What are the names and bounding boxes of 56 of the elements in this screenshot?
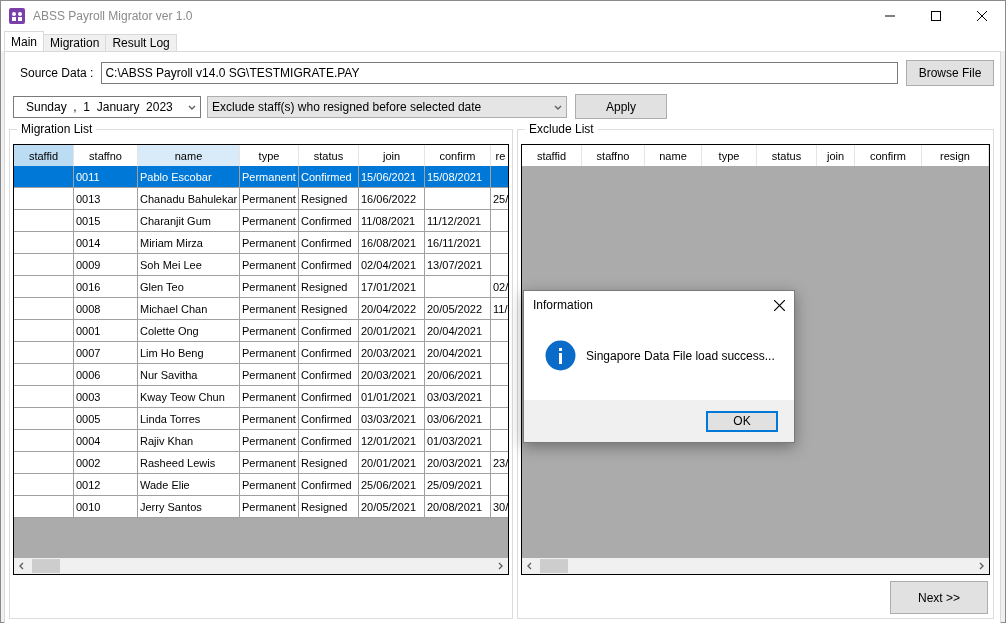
- table-row[interactable]: 0007 Lim Ho Beng Permanent Confirmed 20/03/2021 20/04/2021: [14, 342, 508, 364]
- dropdown-value: Exclude staff(s) who resigned before selected date: [212, 99, 483, 114]
- column-header[interactable]: name: [138, 145, 240, 166]
- table-row[interactable]: 0013 Chanadu Bahulekar Permanent Resigned 16/06/2022 25/: [14, 188, 508, 210]
- table-cell: 30/: [491, 496, 508, 518]
- table-row[interactable]: 0005 Linda Torres Permanent Confirmed 03/03/2021 03/06/2021: [14, 408, 508, 430]
- tab[interactable]: Result Log: [105, 34, 177, 51]
- table-row[interactable]: 0009 Soh Mei Lee Permanent Confirmed 02/04/2021 13/07/2021: [14, 254, 508, 276]
- dialog-message: Singapore Data File load success...: [586, 348, 775, 363]
- column-header[interactable]: staffid: [14, 145, 74, 166]
- window-title: ABSS Payroll Migrator ver 1.0: [33, 9, 194, 23]
- table-cell: Jerry Santos: [138, 496, 240, 518]
- scroll-left-icon[interactable]: [18, 562, 26, 570]
- tab[interactable]: Main: [4, 31, 44, 51]
- source-path-field[interactable]: C:\ABSS Payroll v14.0 SG\TESTMIGRATE.PAY: [101, 62, 898, 84]
- apply-button[interactable]: Apply: [575, 94, 667, 119]
- exclude-option-dropdown[interactable]: Exclude staff(s) who resigned before selected date: [207, 95, 567, 118]
- date-picker[interactable]: Sunday , 1 January 2023: [13, 95, 201, 118]
- table-cell: Permanent: [240, 496, 299, 518]
- group-title: Migration List: [17, 122, 97, 136]
- app-icon: [9, 8, 25, 24]
- table-row[interactable]: 0003 Kway Teow Chun Permanent Confirmed 01/01/2021 03/03/2021: [14, 386, 508, 408]
- dialog-title: Information: [533, 298, 595, 312]
- info-icon: [545, 340, 576, 371]
- browse-file-button[interactable]: Browse File: [906, 60, 994, 86]
- table-cell: 0010: [74, 496, 138, 518]
- group-title: Exclude List: [525, 122, 598, 136]
- ok-button[interactable]: OK: [706, 410, 778, 432]
- table-row[interactable]: 0010 Jerry Santos Permanent Resigned 20/05/2021 20/08/2021 30/: [14, 496, 508, 518]
- close-icon: [773, 299, 785, 311]
- source-data-label: Source Data :: [20, 66, 94, 80]
- horizontal-scrollbar[interactable]: [14, 558, 508, 574]
- table-row[interactable]: 0015 Charanjit Gum Permanent Confirmed 11/08/2021 11/12/2021: [14, 210, 508, 232]
- table-row[interactable]: 0004 Rajiv Khan Permanent Confirmed 12/01/2021 01/03/2021: [14, 430, 508, 452]
- table-row[interactable]: 0002 Rasheed Lewis Permanent Resigned 20/01/2021 20/03/2021 23/: [14, 452, 508, 474]
- table-row[interactable]: 0016 Glen Teo Permanent Resigned 17/01/2021 02/: [14, 276, 508, 298]
- table-cell: 20/05/2021: [359, 496, 425, 518]
- date-value: Sunday , 1 January 2023: [26, 99, 174, 114]
- scroll-thumb[interactable]: [540, 559, 568, 573]
- scroll-right-icon[interactable]: [977, 562, 985, 570]
- table-row[interactable]: 0001 Colette Ong Permanent Confirmed 20/01/2021 20/04/2021: [14, 320, 508, 342]
- table-cell: 20/08/2021: [425, 496, 491, 518]
- table-row[interactable]: 0006 Nur Savitha Permanent Confirmed 20/03/2021 20/06/2021: [14, 364, 508, 386]
- next-button[interactable]: Next >>: [890, 581, 988, 614]
- table-row[interactable]: 0008 Michael Chan Permanent Resigned 20/04/2022 20/05/2022 11/: [14, 298, 508, 320]
- tab[interactable]: Migration: [43, 34, 107, 51]
- table-row[interactable]: 0011 Pablo Escobar Permanent Confirmed 15/06/2021 15/08/2021: [14, 166, 508, 188]
- scroll-left-icon[interactable]: [526, 562, 534, 570]
- close-icon: [977, 11, 987, 21]
- scroll-right-icon[interactable]: [496, 562, 504, 570]
- table-row[interactable]: 0012 Wade Elie Permanent Confirmed 25/06/2021 25/09/2021: [14, 474, 508, 496]
- maximize-icon: [931, 11, 941, 21]
- table-row[interactable]: 0014 Miriam Mirza Permanent Confirmed 16/08/2021 16/11/2021: [14, 232, 508, 254]
- table-cell: Resigned: [299, 496, 359, 518]
- scroll-thumb[interactable]: [32, 559, 60, 573]
- horizontal-scrollbar[interactable]: [522, 558, 989, 574]
